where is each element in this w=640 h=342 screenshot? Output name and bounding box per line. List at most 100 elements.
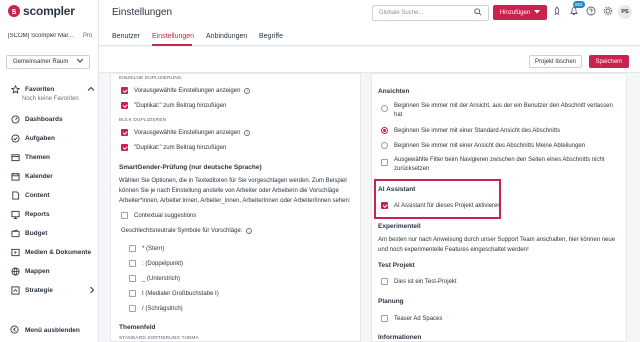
experimental-title: Experimentell — [378, 223, 421, 230]
sidebar-item-label: Kalender — [25, 173, 53, 180]
checkbox[interactable] — [121, 129, 128, 136]
ansichten-title: Ansichten — [378, 88, 410, 95]
contextual-suggestions-option[interactable]: Contextual suggestions — [121, 212, 196, 219]
info-icon[interactable]: i — [244, 87, 251, 94]
checkbox[interactable] — [121, 144, 128, 151]
experimental-text-line: Am besten nur nach Anweisung durch unser… — [378, 237, 616, 243]
sidebar-item-label: Themen — [25, 154, 50, 161]
checkbox[interactable] — [121, 87, 128, 94]
room-select[interactable]: Gemeinsamer Raum — [6, 55, 90, 69]
strategy-icon — [10, 286, 20, 296]
tab-einstellungen[interactable]: Einstellungen — [152, 33, 194, 40]
teaser-ad-spaces-option[interactable]: Teaser Ad Spaces — [381, 315, 442, 322]
tab-begriffe[interactable]: Begriffe — [259, 33, 283, 40]
action-bar: Projekt löschen Speichern — [99, 47, 640, 73]
checkbox[interactable] — [381, 159, 388, 166]
single-dup-prefix-option[interactable]: "Duplikat:" zum Beitrag hinzufügen — [121, 102, 226, 109]
dashboard-icon — [10, 115, 20, 125]
info-icon[interactable]: i — [244, 129, 251, 136]
checkbox[interactable] — [129, 290, 136, 297]
scompler-logo[interactable]: s scompler — [8, 4, 75, 18]
collapse-label: Menü ausblenden — [25, 327, 80, 334]
checkbox[interactable] — [381, 315, 388, 322]
checkbox[interactable] — [129, 245, 136, 252]
option-label: Beginnen Sie immer mit der Ansicht, aus … — [394, 103, 613, 109]
option-label: Beginnen Sie immer mit einer Standard An… — [394, 127, 561, 134]
sidebar-item-medien[interactable]: Medien & Dokumente — [10, 243, 94, 262]
symbol-option-slash[interactable]: / (Schrägstrich) — [129, 305, 183, 312]
bulk-dup-prefix-option[interactable]: "Duplikat:" zum Beitrag hinzufügen — [121, 144, 226, 151]
radio-button[interactable] — [381, 105, 388, 112]
left-settings-panel: Einzelne Duplizierung Vorausgewählte Ein… — [110, 73, 361, 342]
sidebar-item-dashboards[interactable]: Dashboards — [10, 110, 94, 129]
workspace-switcher[interactable]: [SCOM] Scompler Mar... Pro — [8, 33, 98, 39]
bulk-dup-preselected-option[interactable]: Vorausgewählte Einstellungen anzeigen i — [121, 129, 251, 136]
smartgender-text-line: Wählen Sie Optionen, die in Texteditoren… — [119, 178, 347, 184]
symbol-option-underscore[interactable]: _ (Unterstrich) — [129, 275, 180, 282]
tab-benutzer[interactable]: Benutzer — [112, 33, 140, 40]
star-icon — [10, 85, 20, 95]
top-bar: Einstellungen Globale Suche... Hinzufüge… — [99, 0, 640, 26]
add-button[interactable]: Hinzufügen — [493, 5, 547, 20]
view-option-my-departments[interactable]: Beginnen Sie immer mit einer Ansicht des… — [381, 142, 585, 149]
checkbox[interactable] — [121, 212, 128, 219]
ai-assistant-highlight — [374, 179, 501, 219]
smartgender-text-line: Arbeiter*innen, Arbeiter:innen, Arbeiter… — [119, 198, 351, 204]
caret-down-icon — [534, 9, 541, 16]
workspace-plan-badge: Pro — [83, 33, 93, 39]
smartgender-description: Wählen Sie Optionen, die in Texteditoren… — [119, 176, 359, 206]
sidebar-item-strategie[interactable]: Strategie — [10, 281, 95, 300]
room-select-value: Gemeinsamer Raum — [13, 59, 69, 65]
radio-button[interactable] — [381, 127, 388, 134]
folder-icon — [10, 153, 20, 163]
sidebar-item-kalender[interactable]: Kalender — [10, 167, 94, 186]
wallet-icon — [10, 229, 20, 239]
option-label: Dies ist ein Test-Projekt — [394, 278, 457, 285]
gear-icon[interactable] — [603, 6, 613, 16]
sidebar-item-label: Content — [25, 192, 50, 199]
checkbox[interactable] — [121, 102, 128, 109]
sidebar-item-label: Strategie — [25, 287, 53, 294]
bulk-duplication-heading: Bulk Duplizieren — [119, 118, 167, 123]
sidebar-item-budget[interactable]: Budget — [10, 224, 94, 243]
sidebar-item-label: Aufgaben — [25, 135, 55, 142]
tab-anbindungen[interactable]: Anbindungen — [206, 33, 247, 40]
sidebar-item-label: Budget — [25, 230, 48, 237]
symbol-option-star[interactable]: * (Stern) — [129, 245, 164, 252]
option-label: : (Doppelpunkt) — [142, 260, 184, 267]
sidebar-item-mappen[interactable]: Mappen — [10, 262, 94, 281]
avatar[interactable]: PS — [618, 5, 632, 19]
search-placeholder: Globale Suche... — [379, 10, 424, 16]
save-button[interactable]: Speichern — [589, 55, 629, 68]
sidebar-item-reports[interactable]: Reports — [10, 205, 94, 224]
keep-filters-option[interactable]: Ausgewählte Filter beim Navigieren zwisc… — [381, 157, 604, 172]
rocket-icon[interactable] — [552, 6, 562, 16]
checkbox[interactable] — [129, 305, 136, 312]
radio-button[interactable] — [381, 142, 388, 149]
search-icon — [474, 8, 482, 18]
view-option-standard[interactable]: Beginnen Sie immer mit einer Standard An… — [381, 127, 560, 134]
symbol-option-colon[interactable]: : (Doppelpunkt) — [129, 260, 183, 267]
sidebar-item-label: Medien & Dokumente — [25, 249, 92, 256]
single-dup-preselected-option[interactable]: Vorausgewählte Einstellungen anzeigen i — [121, 87, 251, 94]
symbol-option-capital-i[interactable]: I (Medialer Großbuchstabe I) — [129, 290, 219, 297]
collapse-menu-button[interactable]: Menü ausblenden — [10, 325, 80, 336]
checkbox[interactable] — [129, 260, 136, 267]
sidebar-item-label: Mappen — [25, 268, 50, 275]
settings-tabs: Benutzer Einstellungen Anbindungen Begri… — [99, 26, 640, 46]
sidebar-item-content[interactable]: Content — [10, 186, 94, 205]
single-duplication-heading: Einzelne Duplizierung — [119, 76, 182, 81]
chart-icon — [10, 210, 20, 220]
checkbox[interactable] — [381, 278, 388, 285]
test-project-option[interactable]: Dies ist ein Test-Projekt — [381, 278, 457, 285]
sidebar-item-aufgaben[interactable]: Aufgaben — [10, 129, 94, 148]
option-label: "Duplikat:" zum Beitrag hinzufügen — [134, 102, 227, 109]
info-icon[interactable]: i — [246, 228, 253, 234]
global-search-input[interactable]: Globale Suche... — [372, 5, 489, 21]
help-icon[interactable] — [586, 6, 596, 16]
delete-project-button[interactable]: Projekt löschen — [529, 55, 582, 68]
view-option-last-view[interactable]: Beginnen Sie immer mit der Ansicht, aus … — [381, 103, 613, 118]
checkbox[interactable] — [129, 275, 136, 282]
sidebar-item-themen[interactable]: Themen — [10, 148, 94, 167]
workspace-name: [SCOM] Scompler Mar... — [8, 33, 74, 39]
